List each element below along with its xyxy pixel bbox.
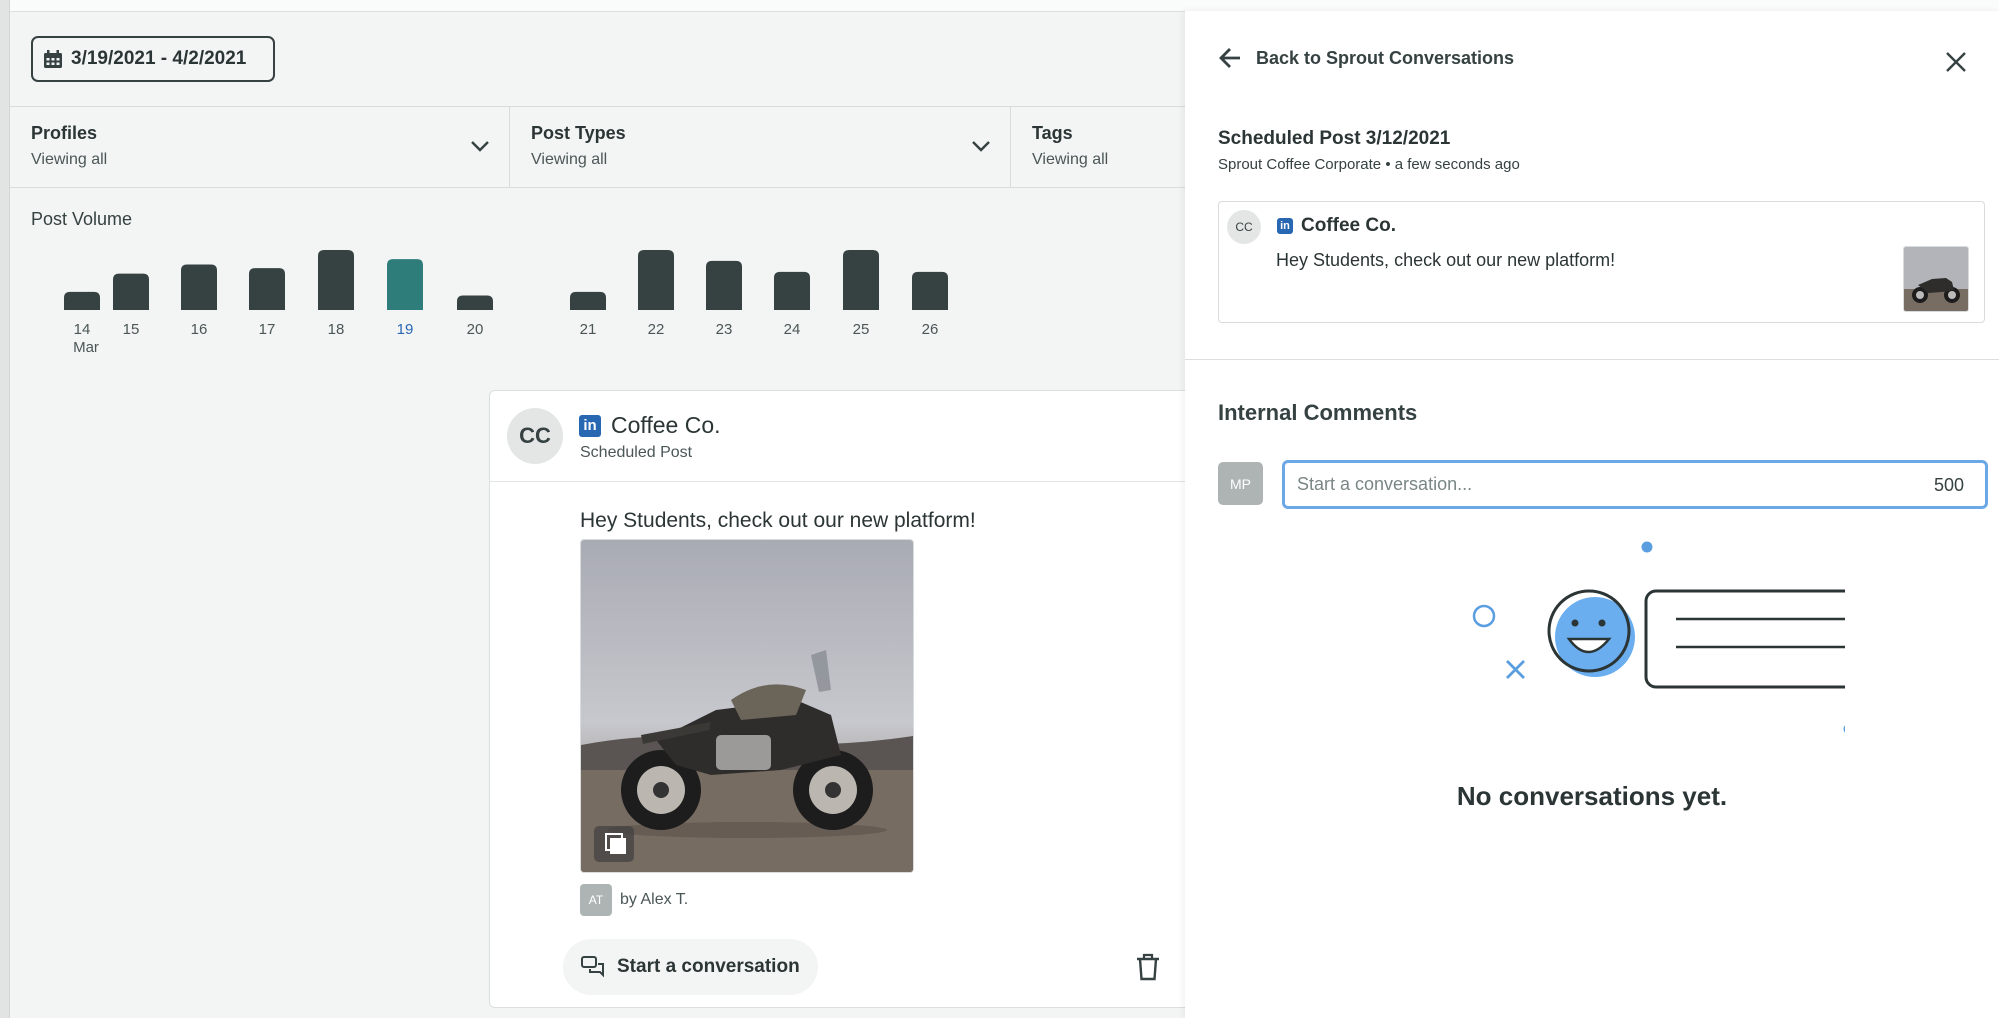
post-volume-label: Post Volume xyxy=(31,209,133,229)
date-range-button[interactable]: 3/19/2021 - 4/2/2021 xyxy=(31,36,275,82)
start-conversation-button[interactable]: Start a conversation xyxy=(563,939,818,995)
chart-tick-label: 16 xyxy=(191,321,208,338)
back-label: Back to Sprout Conversations xyxy=(1256,47,1515,68)
avatar: CC xyxy=(1227,210,1261,244)
profile-name: Coffee Co. xyxy=(611,412,721,438)
filter-post-types[interactable]: Post Types Viewing all xyxy=(510,107,1011,187)
chart-bar[interactable] xyxy=(638,250,674,310)
post-profile: in Coffee Co. xyxy=(579,412,721,439)
chevron-down-icon xyxy=(471,141,489,152)
chart-bar[interactable] xyxy=(113,273,149,310)
chart-tick-label: 24 xyxy=(784,321,801,338)
filter-title: Tags xyxy=(1032,123,1073,143)
chart-tick-label: 23 xyxy=(716,321,733,338)
chart-bar[interactable] xyxy=(457,295,493,310)
date-range-label: 3/19/2021 - 4/2/2021 xyxy=(71,48,247,69)
filter-subtitle: Viewing all xyxy=(31,151,108,168)
author-row: AT by Alex T. xyxy=(580,884,688,916)
chart-tick-label: 15 xyxy=(123,321,140,338)
chart-tick-label: 18 xyxy=(328,321,345,338)
motorcycle-thumbnail xyxy=(1904,247,1968,311)
post-preview-profile: in Coffee Co. xyxy=(1277,215,1396,237)
chart-bar[interactable] xyxy=(912,271,948,310)
chart-tick-label: 14 xyxy=(74,321,91,338)
post-text: Hey Students, check out our new platform… xyxy=(580,509,976,532)
conversations-panel: Back to Sprout Conversations Scheduled P… xyxy=(1185,11,1999,1018)
linkedin-icon: in xyxy=(1277,218,1293,234)
filter-title: Profiles xyxy=(31,123,98,143)
post-card: CC in Coffee Co. Scheduled Post Hey Stud… xyxy=(489,390,1211,1008)
conversation-input[interactable] xyxy=(1282,460,1988,509)
author-name: by Alex T. xyxy=(620,891,689,908)
divider xyxy=(1185,359,1999,360)
user-avatar: MP xyxy=(1218,462,1263,505)
chart-bar[interactable] xyxy=(570,291,606,310)
chart-tick-label: 19 xyxy=(397,321,414,338)
post-card-header: CC in Coffee Co. Scheduled Post xyxy=(490,391,1210,482)
post-image[interactable] xyxy=(580,539,914,873)
trash-icon[interactable] xyxy=(1135,953,1161,981)
start-conversation-label: Start a conversation xyxy=(617,956,800,977)
scheduled-post-meta: Sprout Coffee Corporate • a few seconds … xyxy=(1218,156,1520,173)
post-preview: CC in Coffee Co. Hey Students, check out… xyxy=(1218,201,1985,323)
character-count: 500 xyxy=(1934,475,1965,495)
close-icon[interactable] xyxy=(1945,51,1967,73)
filter-tags[interactable]: Tags Viewing all xyxy=(1011,107,1185,187)
linkedin-icon: in xyxy=(579,414,601,437)
filter-title: Post Types xyxy=(531,123,626,143)
post-type-label: Scheduled Post xyxy=(580,444,693,461)
filter-subtitle: Viewing all xyxy=(531,151,608,168)
chat-bubbles-icon xyxy=(581,956,604,978)
chart-tick-label: 20 xyxy=(467,321,484,338)
chart-tick-sublabel: Mar xyxy=(73,339,99,356)
empty-state-message: No conversations yet. xyxy=(1456,781,1728,811)
chart-tick-label: 17 xyxy=(259,321,276,338)
chart-tick-label: 22 xyxy=(648,321,665,338)
scheduled-post-title: Scheduled Post 3/12/2021 xyxy=(1218,128,1451,149)
chart-bar[interactable] xyxy=(181,264,217,310)
chart-bar[interactable] xyxy=(249,268,285,310)
post-preview-thumbnail[interactable] xyxy=(1903,246,1969,312)
post-preview-text: Hey Students, check out our new platform… xyxy=(1276,250,1616,270)
profile-name: Coffee Co. xyxy=(1301,215,1396,236)
chart-tick-label: 21 xyxy=(580,321,597,338)
chart-bar[interactable] xyxy=(843,250,879,310)
empty-conversation-illustration xyxy=(1472,541,1845,733)
chart-tick-label: 26 xyxy=(922,321,939,338)
arrow-left-icon xyxy=(1219,48,1240,68)
calendar-icon xyxy=(44,50,62,68)
filter-profiles[interactable]: Profiles Viewing all xyxy=(10,107,510,187)
chevron-down-icon xyxy=(972,141,990,152)
chart-tick-label: 25 xyxy=(853,321,870,338)
chart-bar[interactable] xyxy=(706,260,742,310)
chart-bar[interactable] xyxy=(387,259,423,310)
post-volume-chart: 14 Mar 15 16 17 18 19 20 21 22 23 24 25 26 xyxy=(20,240,1185,360)
internal-comments-title: Internal Comments xyxy=(1218,400,1418,425)
chart-bar[interactable] xyxy=(774,271,810,310)
chart-bar[interactable] xyxy=(318,250,354,310)
author-avatar: AT xyxy=(580,884,612,916)
post-volume-chart-svg: 14Mar 15 16 17 18 19 20 21 22 23 24 25 26 xyxy=(64,250,948,356)
back-link[interactable]: Back to Sprout Conversations xyxy=(1218,47,1514,69)
motorcycle-image xyxy=(581,540,913,872)
left-border xyxy=(0,0,10,1018)
filter-subtitle: Viewing all xyxy=(1032,151,1109,168)
gallery-icon xyxy=(594,826,634,862)
filter-bar: Profiles Viewing all Post Types Viewing … xyxy=(10,106,1185,188)
chart-bar[interactable] xyxy=(64,291,100,310)
avatar: CC xyxy=(507,408,563,464)
